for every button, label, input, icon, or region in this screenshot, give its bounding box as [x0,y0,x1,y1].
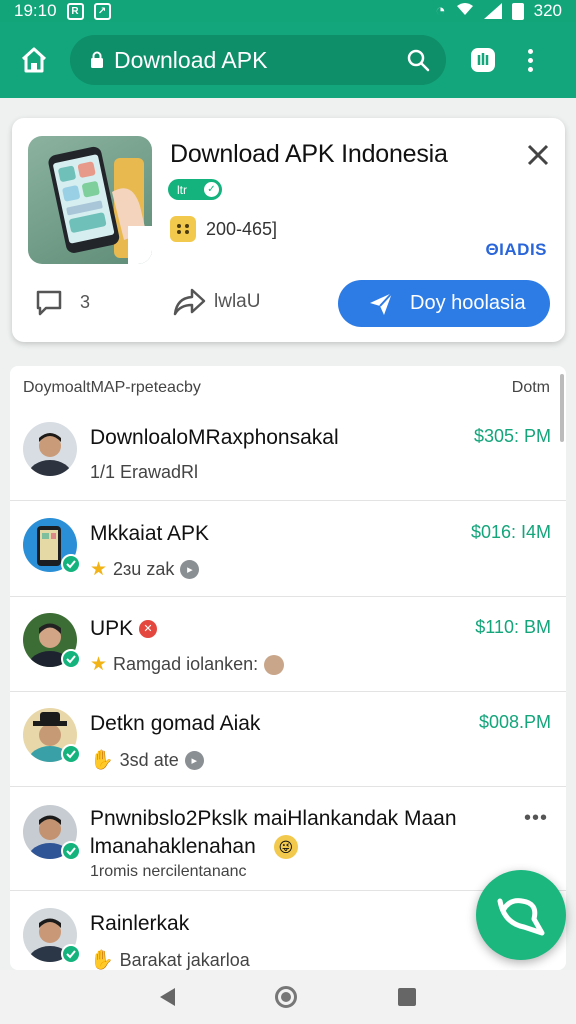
chat-fab[interactable] [476,870,566,960]
more-horiz-icon[interactable]: ••• [524,807,548,830]
brand-tag: ΘIADIS [485,240,547,259]
item-subtitle-text: 1/1 ErawadRl [90,462,199,482]
tabs-button[interactable] [466,43,500,77]
download-button-label: Doy hoolasia [410,292,526,314]
hand-icon: ✋ [90,950,114,970]
list-header-right[interactable]: Dotm [512,379,550,397]
url-text: Download APK [114,46,268,73]
avatar [23,518,81,574]
download-count-row: 200-465] [170,216,277,242]
status-time: 19:10 [14,1,57,20]
list-item[interactable]: UPK ✕ $110: BM ★ Ramgad iolanken: [10,597,566,692]
list-item[interactable]: Mkkaiat APK $016: I4M ★ 2ɜu zak ▸ [10,502,566,597]
share-icon [173,288,206,316]
item-subtitle-text: 2ɜu zak [113,559,175,579]
avatar [23,613,81,669]
item-subtitle: 1/1 ErawadRl [90,462,198,483]
app-icon [28,136,152,264]
alert-icon: ✕ [139,620,158,639]
close-icon[interactable] [525,142,551,168]
item-name: Rainlerkak [90,912,190,935]
battery-icon [511,2,524,20]
item-subtitle-text: Barakat jakarloa [119,949,250,970]
item-subtitle-text: 3sd ate [119,749,179,770]
item-name-line2: lmanahaklenahan 😜 [90,835,298,859]
comment-count: 3 [80,291,91,312]
item-subtitle: ✋ 3sd ate ▸ [90,748,204,772]
more-vert-icon[interactable] [522,48,538,72]
download-count: 200-465] [206,218,278,239]
chat-icon [497,898,545,936]
mini-avatar [264,654,285,675]
download-button[interactable]: Doy hoolasia [338,280,550,327]
results-list: DoymoaltMAP-rpeteacby Dotm DownloaloMRax… [10,366,566,970]
download-count-icon [170,216,196,242]
item-subtitle: 1romis nercilentananc [90,863,247,881]
comment-icon [36,290,62,316]
item-name-text: UPK [90,617,134,640]
wifi-icon [456,1,474,21]
avatar [23,908,81,964]
list-item[interactable]: DownloaloMRaxphonsakal $305: PM 1/1 Eraw… [10,406,566,501]
lock-icon [90,51,104,69]
app-badge-label: ltr [177,182,187,197]
item-name: Detkn gomad Aiak [90,712,261,735]
status-bar: 19:10 R ↗ ◔ 320 [0,0,576,22]
verified-icon [61,841,81,861]
home-icon [21,47,47,73]
app-badge: ltr ✓ [168,179,222,200]
avatar [23,422,77,476]
item-name: DownloaloMRaxphonsakal [90,426,339,449]
verified-icon [61,944,81,964]
item-subtitle: ★ Ramgad iolanken: [90,653,285,676]
app-title: Download APK Indonesia [170,140,448,168]
browser-toolbar: Download APK [0,22,576,98]
recents-icon[interactable] [397,988,416,1006]
forward-icon: ▸ [184,750,204,770]
emoji-icon: 😜 [273,835,298,859]
item-name: UPK ✕ [90,617,158,641]
home-button[interactable] [14,40,54,80]
item-time: $008.PM [478,712,551,732]
item-name: Pnwnibslo2Pkslk maiHlankandak Maan [90,807,457,830]
send-icon [370,291,393,315]
verified-icon [61,554,81,574]
item-time: $305: PM [473,426,551,446]
alarm-icon: ◔ [435,1,446,20]
share-button[interactable]: lwlaU [172,288,260,316]
list-item[interactable]: Pnwnibslo2Pkslk maiHlankandak Maan ••• l… [10,787,566,891]
avatar [23,805,81,861]
item-subtitle: ★ 2ɜu zak ▸ [90,558,200,581]
signal-icon [483,3,502,19]
app-card: Download APK Indonesia ltr ✓ 200-465] ΘI… [12,118,565,342]
item-subtitle: ✋ Barakat jakarloa [90,948,250,971]
item-subtitle-text: Ramgad iolanken: [113,654,259,674]
list-item[interactable]: Detkn gomad Aiak $008.PM ✋ 3sd ate ▸ [10,692,566,787]
item-time: $110: BM [475,617,551,637]
item-name-line2-text: lmanahaklenahan [90,835,256,858]
share-label: lwlaU [214,291,261,312]
star-icon: ★ [90,559,108,580]
item-time: $016: I4M [470,522,551,542]
list-header: DoymoaltMAP-rpeteacby [23,379,201,396]
home-circle-icon[interactable] [275,986,298,1008]
verified-icon [61,649,81,669]
system-nav-bar [0,970,576,1024]
star-icon: ★ [90,654,108,675]
hand-icon: ✋ [90,750,114,771]
back-icon[interactable] [160,988,176,1006]
url-bar[interactable]: Download APK [70,35,446,85]
r-box-icon: R [66,2,84,20]
search-icon[interactable] [406,48,430,72]
forward-icon: ▸ [180,560,200,579]
check-icon: ✓ [204,182,219,197]
verified-icon [61,744,81,764]
comment-button[interactable]: 3 [34,288,90,316]
item-subtitle-text: 1romis nercilentananc [90,863,247,880]
item-name: Mkkaiat APK [90,522,210,545]
battery-level: 320 [533,1,562,20]
avatar [23,708,81,764]
tabs-icon [471,48,495,72]
arrow-box-icon: ↗ [93,2,111,20]
